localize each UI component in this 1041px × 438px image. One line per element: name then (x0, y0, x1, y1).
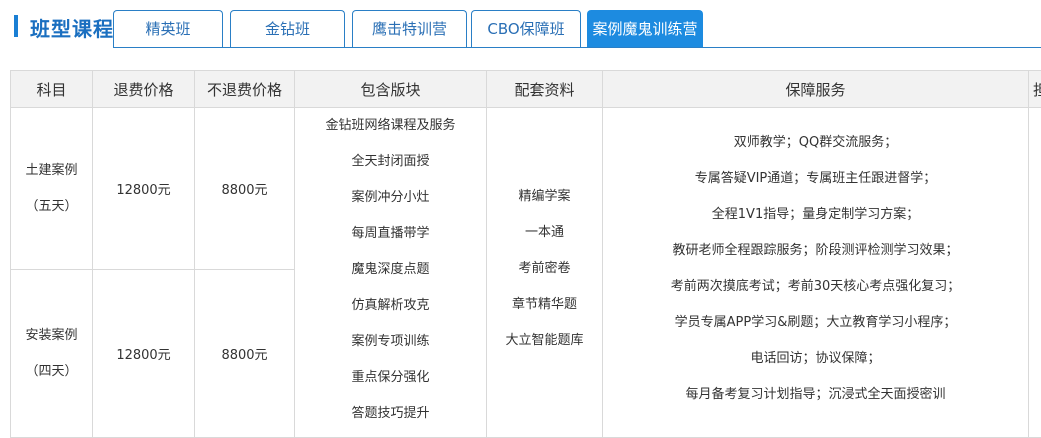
partial-column-cell (1029, 108, 1041, 438)
materials-cell: 精编学案 一本通 考前密卷 章节精华题 大立智能题库 (487, 108, 603, 438)
column-header-refund-price: 退费价格 (93, 70, 195, 108)
module-item: 金钻班网络课程及服务 (325, 118, 456, 133)
no-refund-price: 8800元 (221, 183, 268, 198)
material-item: 考前密卷 (518, 261, 571, 276)
material-item: 精编学案 (518, 189, 571, 204)
subject-duration: （四天） (25, 363, 78, 379)
column-header-partial: 担 (1029, 70, 1041, 108)
service-item: 专属答疑VIP通道；专属班主任跟进督学； (694, 171, 937, 186)
table-row-subject-cell: 安装案例 （四天） (10, 270, 93, 438)
service-item: 双师教学；QQ群交流服务； (733, 135, 898, 150)
course-table: 科目 退费价格 不退费价格 包含版块 配套资料 保障服务 担 土建案例 （五天）… (10, 70, 1041, 438)
module-item: 全天封闭面授 (351, 154, 430, 169)
services-cell: 双师教学；QQ群交流服务； 专属答疑VIP通道；专属班主任跟进督学； 全程1V1… (603, 108, 1029, 438)
title-accent-bar (14, 15, 18, 37)
no-refund-price: 8800元 (221, 348, 268, 363)
column-header-subject: 科目 (10, 70, 93, 108)
service-item: 电话回访；协议保障； (750, 351, 881, 366)
refund-price-cell: 12800元 (93, 108, 195, 270)
table-row-subject-cell: 土建案例 （五天） (10, 108, 93, 270)
tab-eagle-camp[interactable]: 鹰击特训营 (352, 10, 467, 47)
course-header: 班型课程 精英班 金钻班 鹰击特训营 CBO保障班 案例魔鬼训练营 (0, 0, 1041, 50)
tabs-underline (113, 47, 1041, 48)
module-item: 答题技巧提升 (351, 406, 430, 421)
refund-price: 12800元 (116, 348, 171, 363)
module-item: 仿真解析攻克 (351, 298, 430, 313)
service-item: 学员专属APP学习&刷题；大立教育学习小程序； (674, 315, 957, 330)
module-item: 魔鬼深度点题 (351, 262, 430, 277)
subject-name: 安装案例 (25, 327, 78, 343)
subject-name: 土建案例 (25, 162, 78, 178)
material-item: 大立智能题库 (505, 333, 584, 348)
tab-cbo[interactable]: CBO保障班 (471, 10, 581, 47)
tab-gold-diamond[interactable]: 金钻班 (230, 10, 345, 47)
modules-cell: 金钻班网络课程及服务 全天封闭面授 案例冲分小灶 每周直播带学 魔鬼深度点题 仿… (295, 108, 487, 438)
material-item: 章节精华题 (511, 297, 577, 312)
refund-price-cell: 12800元 (93, 270, 195, 438)
module-item: 每周直播带学 (351, 226, 430, 241)
no-refund-price-cell: 8800元 (195, 270, 295, 438)
column-header-materials: 配套资料 (487, 70, 603, 108)
no-refund-price-cell: 8800元 (195, 108, 295, 270)
module-item: 重点保分强化 (351, 370, 430, 385)
service-item: 每月备考复习计划指导；沉浸式全天面授密训 (685, 387, 946, 402)
tab-elite[interactable]: 精英班 (113, 10, 223, 47)
service-item: 考前两次摸底考试；考前30天核心考点强化复习； (670, 279, 961, 294)
column-header-no-refund-price: 不退费价格 (195, 70, 295, 108)
tab-case-training-camp[interactable]: 案例魔鬼训练营 (587, 10, 703, 47)
module-item: 案例冲分小灶 (351, 190, 430, 205)
refund-price: 12800元 (116, 183, 171, 198)
page-title: 班型课程 (30, 17, 114, 41)
column-header-services: 保障服务 (603, 70, 1029, 108)
service-item: 全程1V1指导；量身定制学习方案； (711, 207, 920, 222)
material-item: 一本通 (524, 225, 564, 240)
service-item: 教研老师全程跟踪服务；阶段测评检测学习效果； (672, 243, 959, 258)
module-item: 案例专项训练 (351, 334, 430, 349)
column-header-modules: 包含版块 (295, 70, 487, 108)
subject-duration: （五天） (25, 198, 78, 214)
